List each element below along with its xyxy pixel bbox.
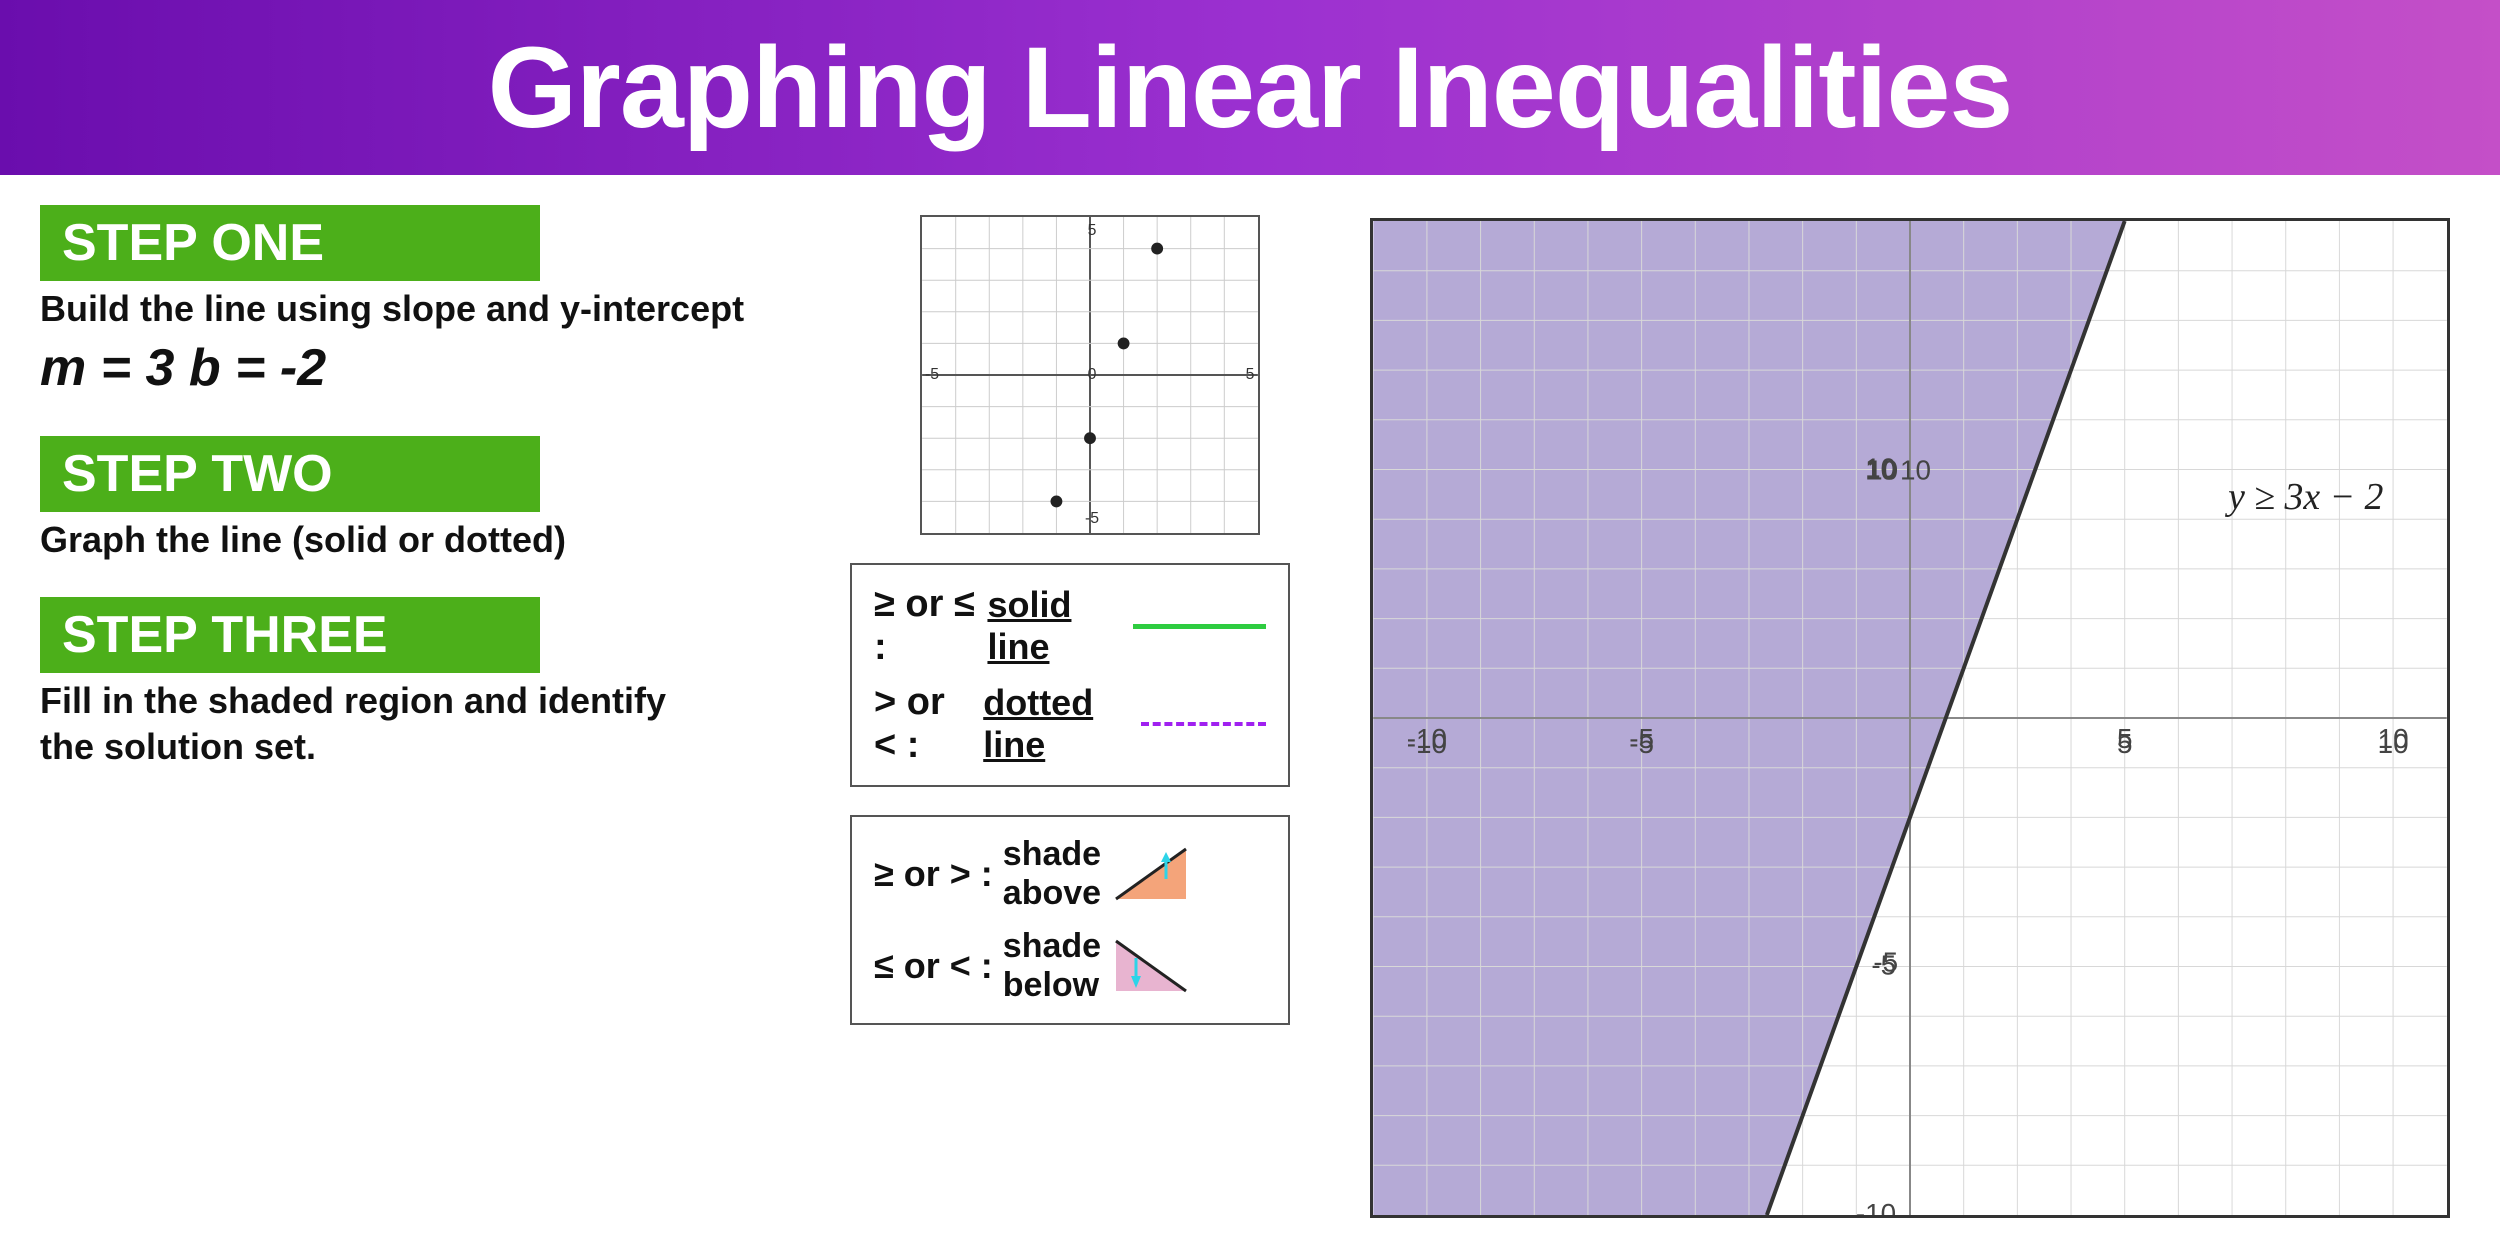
shade-box: ≥ or > : shadeabove ≤ or < : shadebelow — [850, 815, 1290, 1025]
step-three-label: STEP THREE — [40, 597, 540, 673]
main-content: STEP ONE Build the line using slope and … — [0, 175, 2500, 1250]
step-one-label: STEP ONE — [40, 205, 540, 281]
shade-below-icon — [1111, 936, 1191, 996]
step-one-formula: m = 3 b = -2 — [40, 338, 820, 398]
step-two-label: STEP TWO — [40, 436, 540, 512]
graph-container: -5 5 10 -10 10 10 -5 10 10 -5 -10 — [1370, 218, 2450, 1218]
right-panel: -5 5 10 -10 10 10 -5 10 10 -5 -10 — [1360, 205, 2460, 1230]
step-two-description: Graph the line (solid or dotted) — [40, 517, 820, 564]
header: Graphing Linear Inequalities — [0, 0, 2500, 175]
line-type-box: ≥ or ≤ : solid line > or < : dotted line — [850, 563, 1290, 787]
left-panel: STEP ONE Build the line using slope and … — [40, 205, 820, 1230]
x-label-5: 5 — [2117, 727, 2132, 758]
solid-line-label: solid line — [987, 584, 1117, 668]
step-three-section: STEP THREE Fill in the shaded region and… — [40, 597, 820, 777]
step-one-description: Build the line using slope and y-interce… — [40, 286, 820, 333]
svg-text:-5: -5 — [1085, 510, 1099, 527]
page-title: Graphing Linear Inequalities — [488, 22, 2013, 154]
shade-below-row: ≤ or < : shadebelow — [874, 927, 1266, 1005]
x-label-10: 10 — [2378, 727, 2409, 758]
svg-text:10: 10 — [1900, 454, 1931, 485]
solid-line-demo — [1133, 624, 1266, 629]
step-one-section: STEP ONE Build the line using slope and … — [40, 205, 820, 408]
svg-text:-5: -5 — [925, 366, 939, 383]
middle-panel: 5 -5 -5 5 0 ≥ or ≤ : — [850, 205, 1330, 1230]
svg-text:5: 5 — [1088, 222, 1097, 239]
step-two-section: STEP TWO Graph the line (solid or dotted… — [40, 436, 820, 569]
solid-line-row: ≥ or ≤ : solid line — [874, 583, 1266, 669]
shade-above-icon — [1111, 844, 1191, 904]
dotted-line-row: > or < : dotted line — [874, 681, 1266, 767]
small-grid: 5 -5 -5 5 0 — [920, 215, 1260, 535]
y-label-neg5: -5 — [1871, 949, 1896, 980]
shade-above-label: shadeabove — [1003, 835, 1101, 913]
y-label-neg10: -10 — [1856, 1197, 1896, 1214]
solid-symbols: ≥ or ≤ : — [874, 583, 977, 669]
shade-above-symbols: ≥ or > : — [874, 853, 993, 895]
svg-text:5: 5 — [1246, 366, 1255, 383]
dotted-line-label: dotted line — [983, 682, 1126, 766]
shade-below-label: shadebelow — [1003, 927, 1101, 1005]
x-label-neg5: -5 — [1629, 727, 1654, 758]
dotted-symbols: > or < : — [874, 681, 973, 767]
svg-text:0: 0 — [1088, 366, 1097, 383]
y-label-10: 10 — [1865, 452, 1896, 483]
equation-label: y ≥ 3x − 2 — [2224, 476, 2383, 518]
shade-below-symbols: ≤ or < : — [874, 945, 993, 987]
shade-above-row: ≥ or > : shadeabove — [874, 835, 1266, 913]
step-three-description: Fill in the shaded region and identify t… — [40, 678, 720, 772]
dotted-line-demo — [1141, 722, 1266, 727]
x-label-neg10: -10 — [1407, 727, 1447, 758]
